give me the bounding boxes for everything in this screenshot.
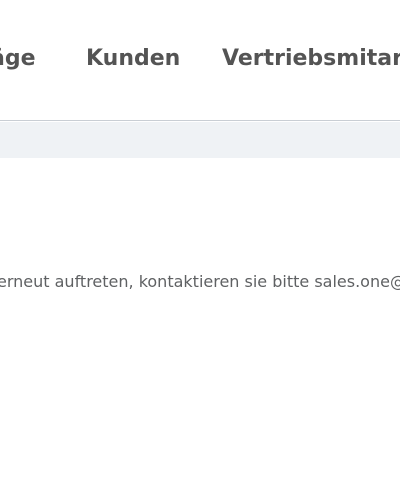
main-content: erneut auftreten, kontaktieren sie bitte… — [0, 158, 400, 478]
top-navigation: äge Kunden Vertriebsmitarb — [0, 0, 400, 121]
page: äge Kunden Vertriebsmitarb erneut auftre… — [0, 0, 400, 478]
nav-item-kunden[interactable]: Kunden — [86, 44, 180, 74]
sub-header-bar — [0, 122, 400, 158]
nav-item-auftraege[interactable]: äge — [0, 44, 36, 74]
nav-item-vertriebsmitarbeiter[interactable]: Vertriebsmitarb — [222, 44, 400, 74]
error-message: erneut auftreten, kontaktieren sie bitte… — [0, 272, 400, 291]
